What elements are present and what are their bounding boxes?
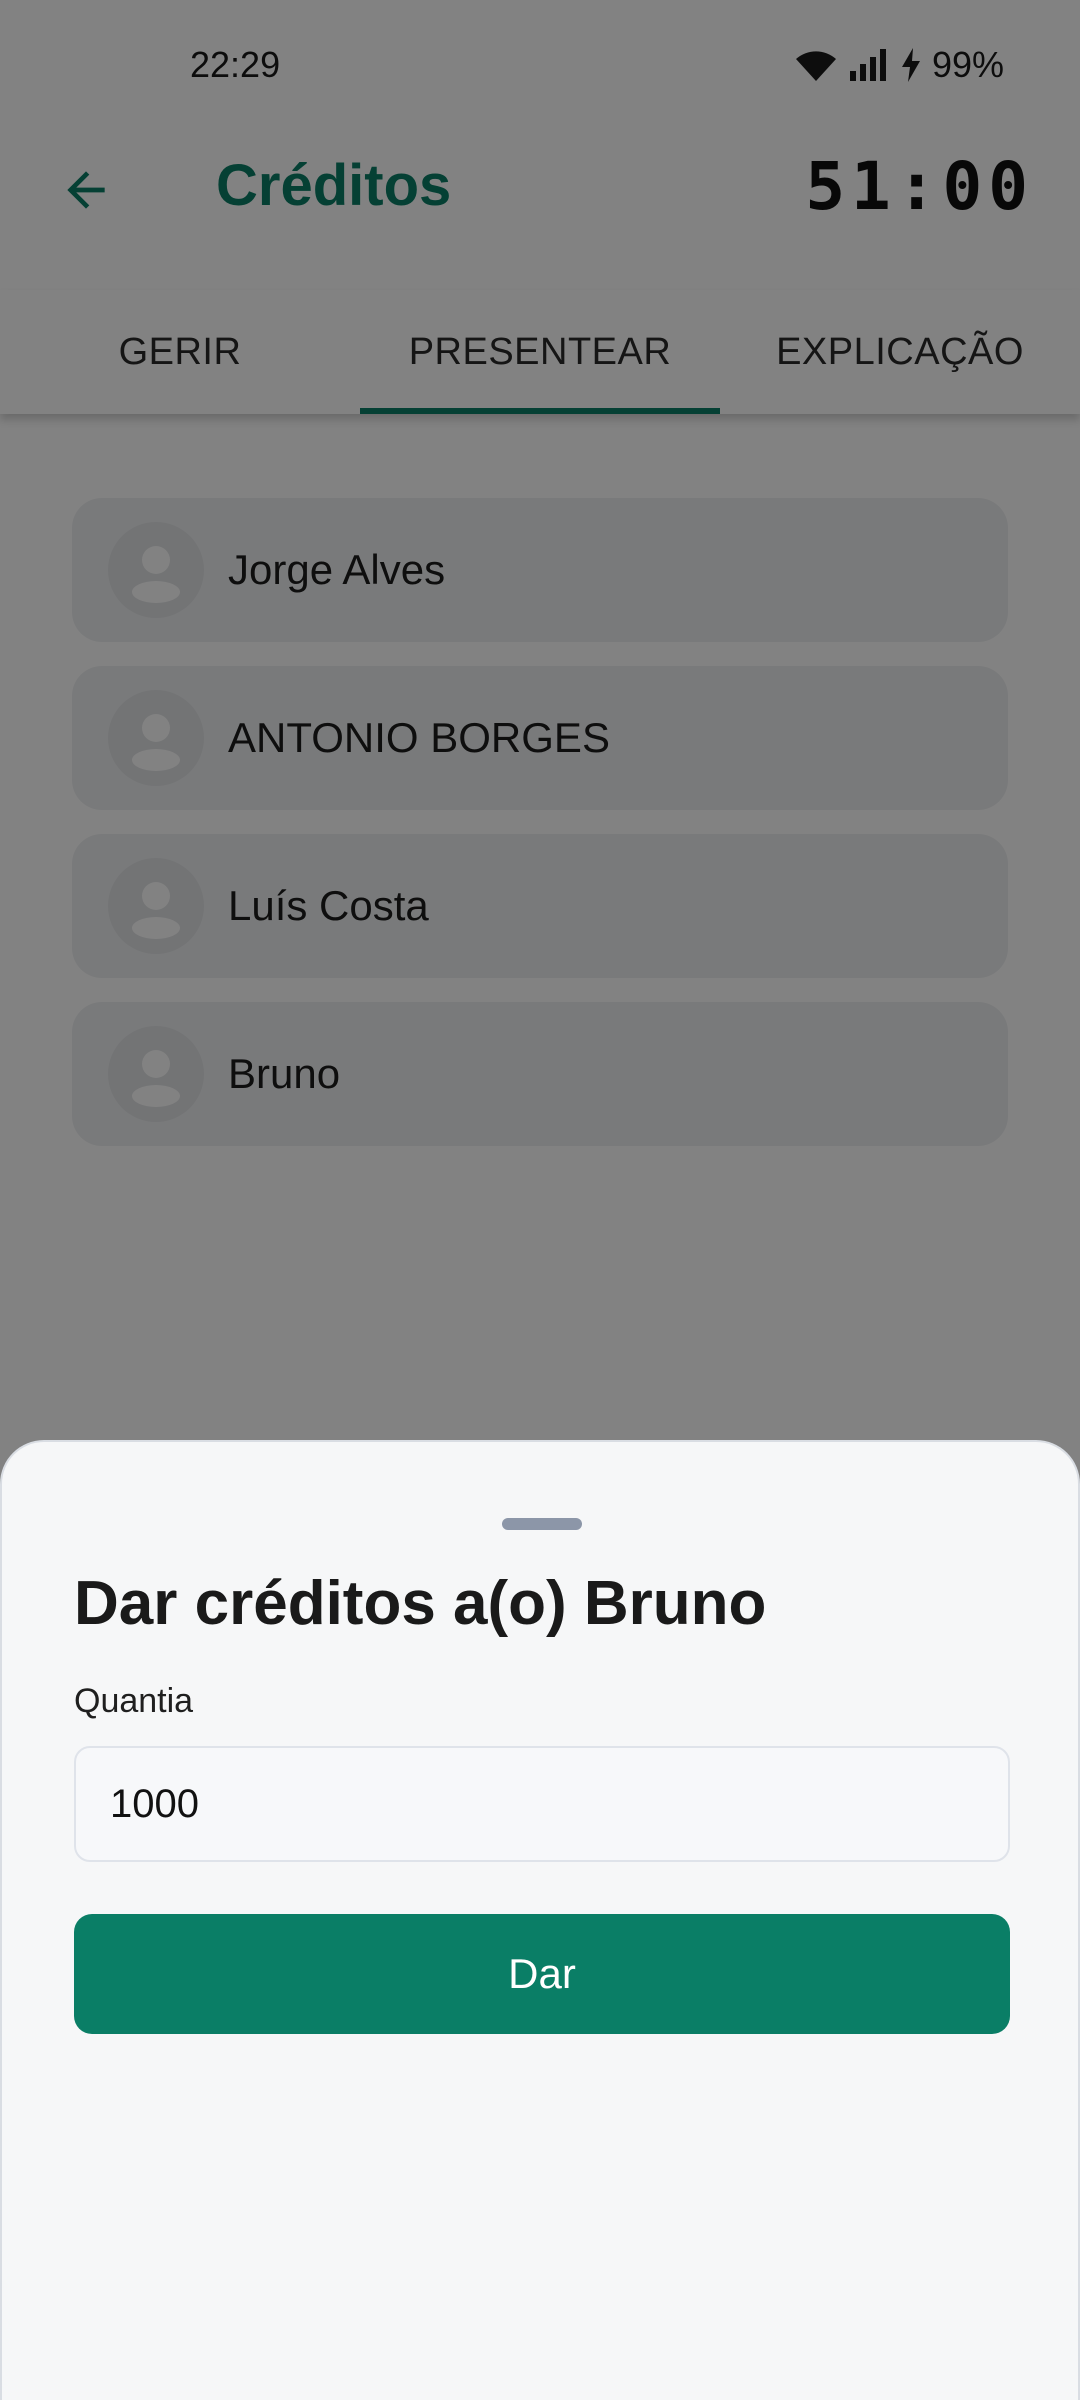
give-button-label: Dar	[508, 1950, 576, 1997]
bottom-sheet: Dar créditos a(o) Bruno Quantia Dar	[0, 1440, 1080, 2400]
drag-handle[interactable]	[502, 1518, 582, 1530]
sheet-title: Dar créditos a(o) Bruno	[74, 1569, 767, 1638]
amount-input[interactable]	[74, 1746, 1010, 1862]
credits-screen: 22:29 99% Créditos 51:00 GERIR PRESENTEA…	[0, 0, 1080, 2400]
amount-label: Quantia	[74, 1682, 194, 1720]
give-button[interactable]: Dar	[74, 1914, 1010, 2034]
